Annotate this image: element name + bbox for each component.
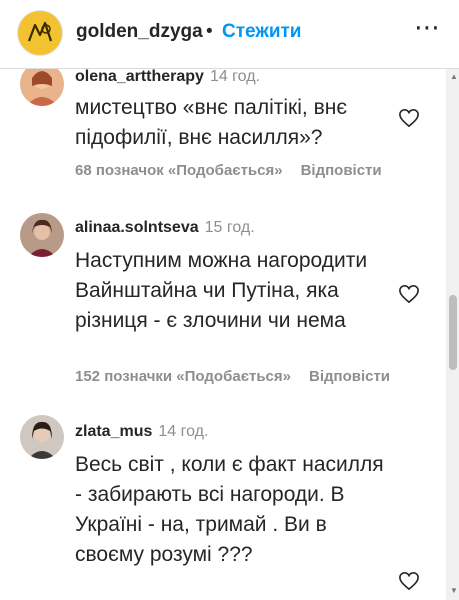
profile-avatar[interactable] <box>18 11 62 55</box>
comment-actions: 152 позначки «Подобається» Відповісти <box>75 368 408 385</box>
post-author-username[interactable]: golden_dzyga <box>76 21 203 43</box>
scroll-down-arrow-icon[interactable]: ▼ <box>450 586 458 595</box>
like-count[interactable]: 152 позначки «Подобається» <box>75 368 291 385</box>
comment-timestamp[interactable]: 15 год. <box>205 219 255 236</box>
comment-username[interactable]: zlata_mus <box>75 423 152 440</box>
more-options-icon[interactable]: ⋯ <box>414 12 441 43</box>
comment-text: мистецтво «внє палітікі, внє підофилії, … <box>75 96 348 149</box>
follow-button[interactable]: Стежити <box>222 21 301 43</box>
reply-button[interactable]: Відповісти <box>309 368 390 385</box>
like-heart-icon[interactable] <box>398 108 420 128</box>
comment-content: olena_arttherapy 14 год. мистецтво «внє п… <box>75 68 390 153</box>
comments-list: olena_arttherapy 14 год. мистецтво «внє п… <box>0 68 459 600</box>
comment-content: zlata_mus 14 год. Весь світ , коли є факт… <box>75 415 390 570</box>
header-separator: • <box>206 21 213 42</box>
comment-timestamp[interactable]: 14 год. <box>210 68 260 85</box>
comment-text: Весь світ , коли є факт насилля - забира… <box>75 453 384 566</box>
like-heart-icon[interactable] <box>398 571 420 591</box>
commenter-avatar[interactable] <box>20 213 64 257</box>
like-heart-icon[interactable] <box>398 284 420 304</box>
reply-button[interactable]: Відповісти <box>301 162 382 179</box>
comment-username[interactable]: olena_arttherapy <box>75 68 204 85</box>
scroll-up-arrow-icon[interactable]: ▲ <box>450 72 458 81</box>
commenter-avatar[interactable] <box>20 415 64 459</box>
comment-content: alinaa.solntseva 15 год. Наступним можна … <box>75 211 390 336</box>
scrollbar-thumb[interactable] <box>449 295 457 370</box>
comment-timestamp[interactable]: 14 год. <box>158 423 208 440</box>
like-count[interactable]: 68 позначок «Подобається» <box>75 162 283 179</box>
post-header: golden_dzyga • Стежити ⋯ <box>0 0 459 69</box>
commenter-avatar[interactable] <box>20 68 64 106</box>
golden-dzyga-logo-icon <box>20 13 60 53</box>
comment-actions: 68 позначок «Подобається» Відповісти <box>75 162 400 179</box>
comment-username[interactable]: alinaa.solntseva <box>75 219 199 236</box>
comment-text: Наступним можна нагородити Вайнштайна чи… <box>75 249 368 332</box>
